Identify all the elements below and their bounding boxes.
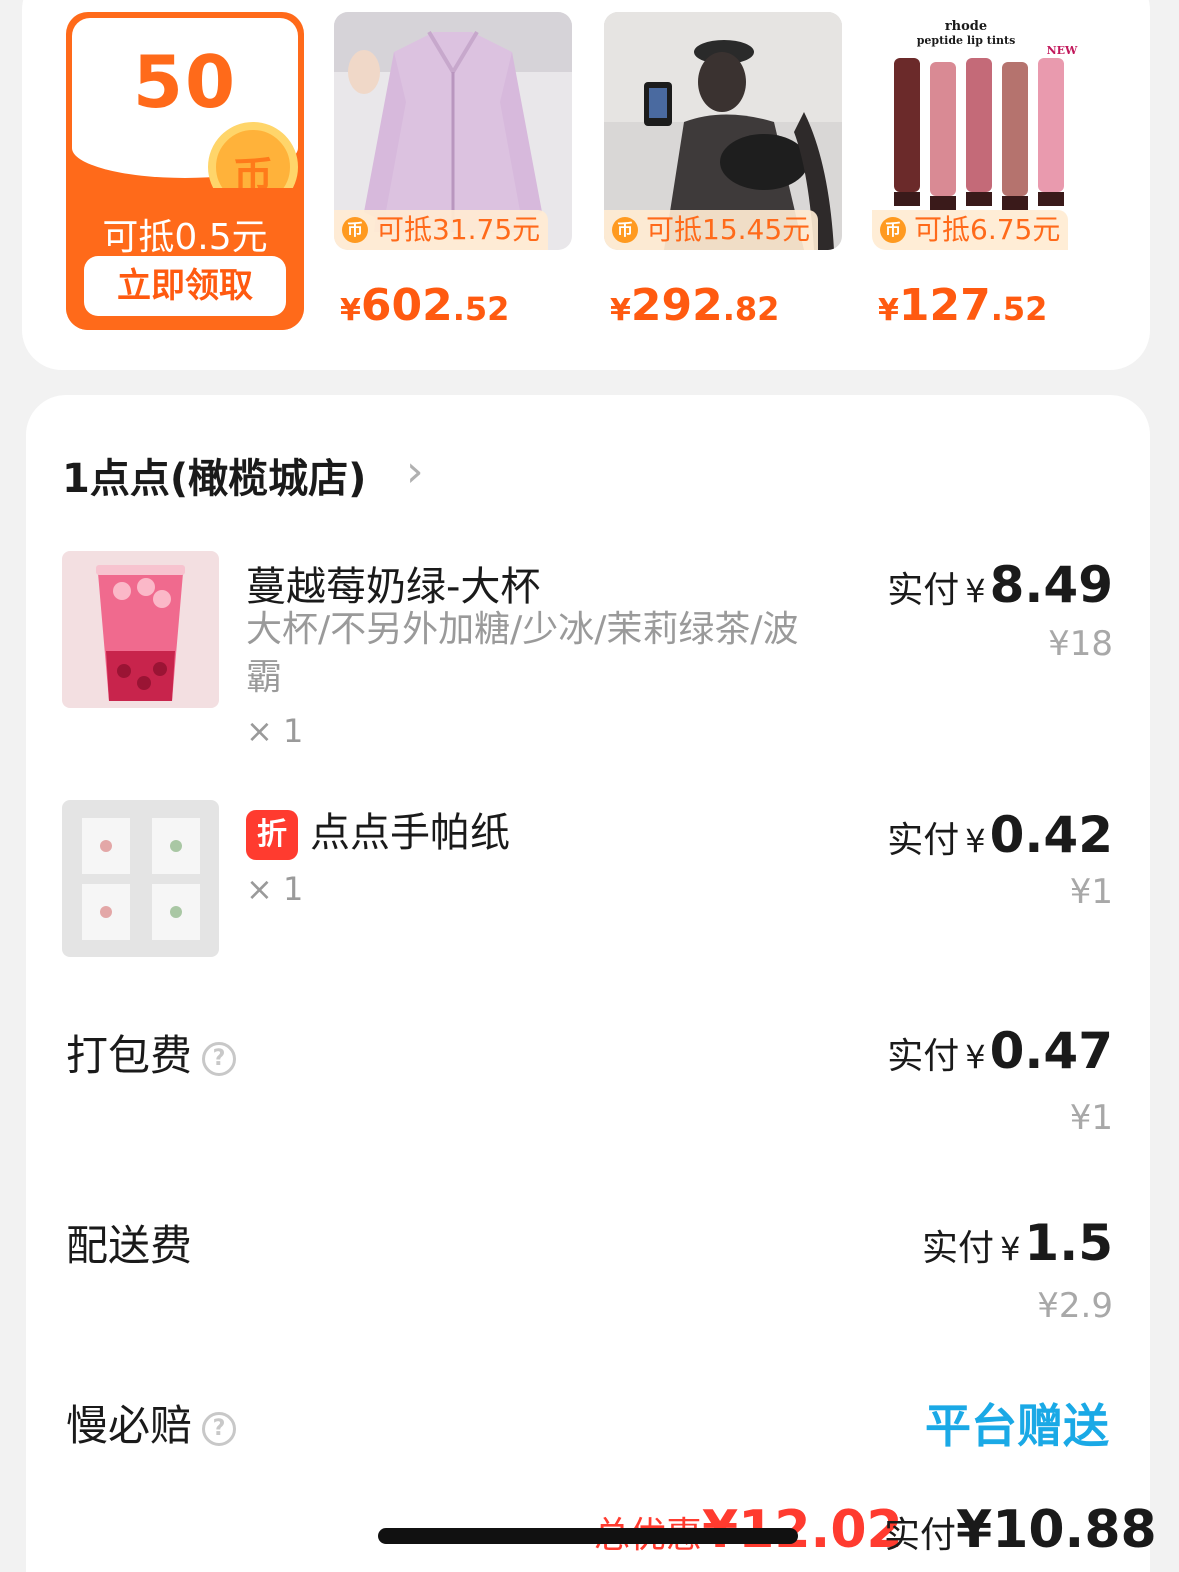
original-price: ¥1 [1069,1098,1113,1138]
paid-amount: 0.42 [989,806,1113,864]
product-price: ¥602.52 [340,280,572,331]
fee-label-text: 打包费 [66,1031,193,1080]
product-image-jacket[interactable]: 币可抵31.75元 [334,12,572,250]
item-title: 蔓越莓奶绿-大杯 [246,564,541,610]
product-card[interactable]: rhode peptide lip tints NEW 币可抵6.75元 ¥12… [872,12,1110,331]
item-thumbnail[interactable] [62,800,219,957]
fee-label-text: 慢必赔 [66,1401,193,1450]
price-yen: ¥ [340,293,361,328]
paid-amount: 8.49 [989,556,1113,614]
paid-yen: ¥ [965,572,986,610]
paid-amount: 1.5 [1024,1214,1113,1272]
price-dec: .52 [990,290,1048,328]
price-dec: .52 [452,290,510,328]
help-icon[interactable]: ? [202,1411,237,1446]
claim-button[interactable]: 立即领取 [84,256,286,316]
original-price: ¥18 [1048,624,1113,664]
product-image-lip-tints[interactable]: rhode peptide lip tints NEW 币可抵6.75元 [872,12,1110,250]
price-int: 602 [360,280,453,331]
original-price: ¥1 [1069,872,1113,912]
item-title: 点点手帕纸 [310,810,510,856]
item-quantity: × 1 [246,870,304,908]
discount-tag: 折 [246,810,298,860]
mini-coin-icon: 币 [880,217,906,243]
paid-yen: ¥ [965,822,986,860]
deduct-badge: 币可抵31.75元 [334,210,549,250]
price-int: 127 [898,280,991,331]
help-icon[interactable]: ? [202,1041,237,1076]
paid-yen: ¥ [1000,1230,1021,1268]
delivery-fee-paid: 实付 ¥1.5 [922,1214,1113,1272]
item-spec: 大杯/不另外加糖/少冰/茉莉绿茶/波霸 [246,609,799,698]
late-compensation-label: 慢必赔? [66,1392,237,1453]
chevron-right-icon[interactable]: › [406,446,424,497]
price-dec: .82 [722,290,780,328]
item-paid: 实付 ¥0.42 [887,806,1113,864]
mini-coin-icon: 币 [612,217,638,243]
price-int: 292 [630,280,723,331]
coin-coupon-card[interactable]: 50 币 可抵0.5元 立即领取 [66,12,304,330]
coin-amount: 50 [132,40,238,124]
packaging-fee-paid: 实付 ¥0.47 [887,1022,1113,1080]
paid-label: 实付 [887,570,960,611]
item-quantity: × 1 [246,712,304,750]
total-paid-amount: ¥10.88 [956,1500,1157,1560]
item-title-row: 折点点手帕纸 [246,800,510,860]
delivery-fee-label: 配送费 [66,1221,193,1270]
original-price: ¥2.9 [1037,1286,1113,1326]
deduct-text: 可抵6.75元 [914,213,1061,246]
item-paid: 实付 ¥8.49 [887,556,1113,614]
shop-name[interactable]: 1点点(橄榄城店) [62,446,366,504]
paid-label: 实付 [887,1036,960,1077]
total-paid: 实付¥10.88 [884,1500,1157,1560]
new-tag: NEW [1047,44,1078,57]
paid-yen: ¥ [965,1038,986,1076]
coin-value-label: 可抵0.5元 [102,217,268,258]
deduct-text: 可抵15.45元 [646,213,811,246]
item-thumbnail[interactable] [62,551,219,708]
price-yen: ¥ [878,293,899,328]
lip-tint-subtitle: peptide lip tints [917,34,1016,47]
deduct-badge: 币可抵6.75元 [872,210,1069,250]
paid-label: 实付 [922,1228,995,1269]
deduct-text: 可抵31.75元 [376,213,541,246]
platform-gift-text: 平台赠送 [925,1399,1109,1453]
deduct-badge: 币可抵15.45元 [604,210,819,250]
mini-coin-icon: 币 [342,217,368,243]
product-price: ¥127.52 [878,280,1110,331]
total-paid-label: 实付 [884,1515,957,1556]
paid-amount: 0.47 [989,1022,1113,1080]
product-price: ¥292.82 [610,280,842,331]
product-card[interactable]: 币可抵15.45元 ¥292.82 [604,12,842,331]
price-yen: ¥ [610,293,631,328]
product-image-bag[interactable]: 币可抵15.45元 [604,12,842,250]
paid-label: 实付 [887,820,960,861]
lip-tint-brand: rhode [945,19,987,34]
home-indicator[interactable] [378,1528,798,1544]
packaging-fee-label: 打包费? [66,1022,237,1083]
product-card[interactable]: 币可抵31.75元 ¥602.52 [334,12,572,331]
